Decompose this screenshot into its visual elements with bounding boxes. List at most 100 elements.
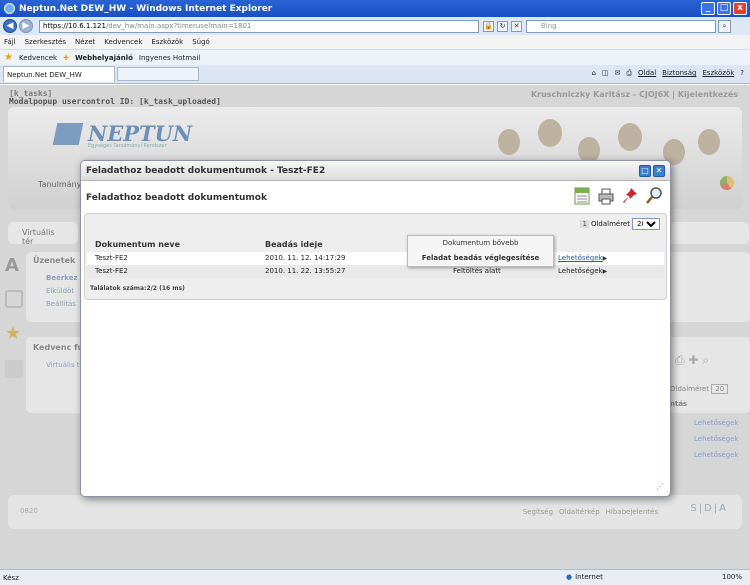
options-link[interactable]: Lehetőségek▶: [558, 252, 607, 265]
modal-maximize-button[interactable]: □: [639, 165, 651, 177]
page-size-label: Oldalméret: [590, 220, 630, 228]
maximize-button[interactable]: □: [717, 2, 731, 15]
neptun-logo-icon: [52, 123, 84, 145]
help-icon[interactable]: ?: [740, 69, 744, 78]
url-input[interactable]: https://10.6.1.121/dev_hw/main.aspx?time…: [39, 19, 479, 33]
tanulmany-menu[interactable]: Tanulmány: [38, 180, 81, 189]
bg-pagesize: Oldalméret 20: [670, 384, 729, 394]
status-bar: Kész ● Internet 100%: [0, 569, 750, 585]
table-row[interactable]: Teszt-FE2 2010. 11. 22. 13:55:27 Feltölt…: [87, 265, 664, 278]
modal-title: Feladathoz beadott dokumentumok - Teszt-…: [81, 161, 670, 181]
bg-link-1[interactable]: Lehetőségek: [694, 419, 739, 427]
excel-export-icon[interactable]: [574, 187, 590, 205]
list-icon: [5, 360, 23, 378]
status-text: Kész: [3, 573, 19, 582]
zoom-level[interactable]: 100%: [722, 573, 742, 581]
browser-tab[interactable]: Neptun.Net DEW_HW: [3, 66, 115, 82]
bg-link-3[interactable]: Lehetőségek: [694, 451, 739, 459]
messages-section: Üzenetek: [33, 256, 76, 265]
web-slice-link[interactable]: Webhelyajánló: [75, 54, 133, 62]
footer-bugreport-link[interactable]: Hibabejelentés: [606, 508, 658, 516]
pager: 1 Oldalméret 20: [580, 218, 660, 230]
menu-help[interactable]: Súgó: [192, 38, 210, 46]
search-icon[interactable]: ⌕: [718, 19, 731, 33]
virtual-space-tab[interactable]: Virtuális tér: [8, 222, 78, 246]
user-info: Kruschniczky Karitász - CJOJ6X | Kijelen…: [530, 90, 738, 99]
cmd-page[interactable]: Oldal: [638, 69, 656, 78]
search-input[interactable]: Bing: [526, 19, 716, 33]
star-icon: ★: [5, 323, 22, 344]
security-zone: ● Internet: [566, 573, 603, 581]
chart-icon[interactable]: [720, 176, 734, 190]
modal-toolbar: [574, 187, 662, 205]
menu-bar: Fájl Szerkesztés Nézet Kedvencek Eszközö…: [0, 35, 750, 49]
letter-a-icon: A: [5, 255, 19, 276]
page-number[interactable]: 1: [580, 220, 589, 228]
user-name: Kruschniczky Karitász - CJOJ6X: [530, 90, 670, 99]
sent-link[interactable]: Elküldöt: [46, 287, 74, 295]
refresh-icon[interactable]: ↻: [497, 20, 508, 32]
search-icon[interactable]: [646, 187, 662, 205]
menu-edit[interactable]: Szerkesztés: [25, 38, 66, 46]
feeds-icon[interactable]: ◫: [602, 69, 609, 78]
page-size-select[interactable]: 20: [632, 218, 660, 230]
virtual-space-right: [665, 222, 749, 244]
stop-icon[interactable]: ✕: [511, 20, 522, 32]
context-menu: Dokumentum bővebb Feladat beadás véglege…: [407, 235, 554, 267]
page-footer: 0820 Segítség Oldaltérkép Hibabejelentés…: [8, 495, 742, 529]
doc-date: 2010. 11. 22. 13:55:27: [265, 267, 346, 275]
forward-button[interactable]: ▶: [19, 19, 33, 33]
url-host: https://10.6.1.121: [43, 21, 106, 30]
globe-icon: ●: [566, 573, 573, 581]
bg-pagesize-select[interactable]: 20: [711, 384, 729, 394]
window-title: Neptun.Net DEW_HW - Windows Internet Exp…: [19, 3, 273, 14]
back-button[interactable]: ◀: [3, 19, 17, 33]
inbox-link[interactable]: Beérkez: [46, 274, 78, 282]
modal-close-button[interactable]: ✕: [653, 165, 665, 177]
menu-item-finalize-submission[interactable]: Feladat beadás véglegesítése: [408, 251, 553, 266]
print-icon[interactable]: ⎙: [626, 69, 632, 78]
favorites-bar: ★ Kedvencek ✚ Webhelyajánló Ingyenes Hot…: [0, 49, 750, 65]
table-row[interactable]: Teszt-FE2 2010. 11. 12. 14:17:29 Lehetős…: [87, 252, 664, 265]
options-link[interactable]: Lehetőségek▶: [558, 265, 607, 278]
favorites-button[interactable]: Kedvencek: [19, 54, 57, 62]
command-bar: ⌂ ◫ ✉ ⎙ Oldal Biztonság Eszközök ?: [591, 69, 744, 78]
mail-icon[interactable]: ✉: [615, 69, 621, 78]
minimize-button[interactable]: _: [701, 2, 715, 15]
pin-icon[interactable]: [622, 187, 638, 205]
menu-view[interactable]: Nézet: [75, 38, 95, 46]
new-tab-button[interactable]: [117, 67, 199, 81]
menu-tools[interactable]: Eszközök: [151, 38, 183, 46]
close-window-button[interactable]: x: [733, 2, 747, 15]
options-link-label: Lehetőségek: [558, 267, 603, 275]
settings-link[interactable]: Beállítás: [46, 300, 76, 308]
lock-icon[interactable]: 🔒: [483, 20, 494, 32]
footer-help-link[interactable]: Segítség: [523, 508, 553, 516]
add-favorite-icon[interactable]: ✚: [63, 54, 69, 62]
menu-favorites[interactable]: Kedvencek: [104, 38, 142, 46]
fav-virtual-link[interactable]: Virtuális t: [46, 361, 79, 369]
ie-logo-icon: [4, 3, 15, 14]
col-header-name[interactable]: Dokumentum neve: [95, 240, 180, 249]
neptun-subtitle: Egységes Tanulmányi Rendszer: [88, 143, 167, 149]
footer-sitemap-link[interactable]: Oldaltérkép: [559, 508, 600, 516]
documents-grid: 1 Oldalméret 20 Dokumentum neve Beadás i…: [84, 213, 667, 300]
results-count: Találatok száma:2/2 (16 ms): [90, 285, 185, 292]
arrow-right-icon: ▶: [602, 255, 608, 262]
resize-grip-icon[interactable]: ⋰: [656, 483, 665, 492]
modal-heading: Feladathoz beadott dokumentumok: [86, 193, 267, 203]
zone-label: Internet: [575, 573, 603, 581]
cmd-tools[interactable]: Eszközök: [702, 69, 734, 78]
menu-item-document-details[interactable]: Dokumentum bővebb: [408, 236, 553, 251]
home-icon[interactable]: ⌂: [591, 69, 595, 78]
cmd-safety[interactable]: Biztonság: [662, 69, 696, 78]
url-path: /dev_hw/main.aspx?timeruselmain=1801: [105, 21, 252, 30]
favorites-star-icon[interactable]: ★: [4, 52, 13, 63]
bg-link-2[interactable]: Lehetőségek: [694, 435, 739, 443]
header-modal-id: Modalpopup usercontrol ID: [k_task_uploa…: [9, 97, 221, 106]
hotmail-link[interactable]: Ingyenes Hotmail: [139, 54, 200, 62]
menu-file[interactable]: Fájl: [4, 38, 16, 46]
col-header-date[interactable]: Beadás ideje: [265, 240, 323, 249]
print-icon[interactable]: [598, 187, 614, 205]
logout-link[interactable]: Kijelentkezés: [678, 90, 738, 99]
